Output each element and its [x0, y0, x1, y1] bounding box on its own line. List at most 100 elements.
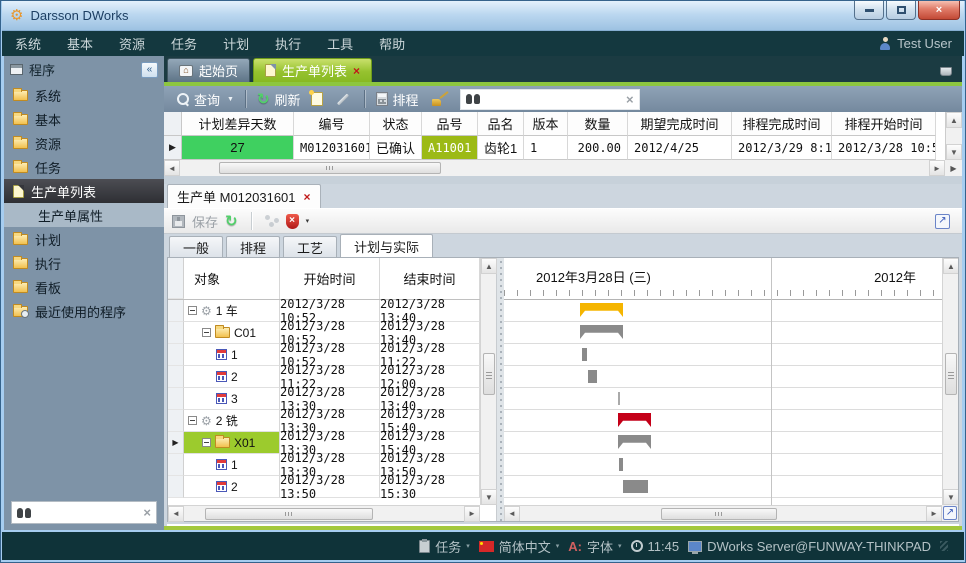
tab-inactive[interactable]: ⌂起始页 [167, 58, 250, 82]
grid-column-header[interactable]: 计划差异天数 [182, 112, 294, 136]
pin-icon[interactable] [940, 67, 952, 76]
scroll-down-button[interactable]: ▼ [481, 489, 497, 505]
scroll-down-button[interactable]: ▼ [943, 489, 958, 505]
grid-column-header[interactable]: 数量 [568, 112, 628, 136]
grid-column-header[interactable]: 品名 [478, 112, 524, 136]
expander-minus-icon[interactable] [188, 306, 197, 315]
tree-object-cell[interactable]: 2 [184, 476, 280, 498]
menubar-item[interactable]: 基本 [54, 31, 106, 56]
gantt-bar[interactable] [618, 392, 620, 405]
tab-active[interactable]: 生产单列表× [253, 58, 372, 82]
grid-horizontal-scrollbar[interactable]: ◄ ► [164, 160, 945, 176]
scroll-up-button[interactable]: ▲ [946, 112, 962, 128]
gantt-row[interactable] [504, 300, 942, 322]
sidebar-item[interactable]: 生产单列表 [4, 179, 164, 203]
clear-search-icon[interactable]: × [626, 93, 634, 106]
new-button[interactable] [306, 88, 328, 110]
scrollbar-thumb[interactable] [945, 353, 957, 395]
tree-object-cell[interactable]: ⚙1 车 [184, 300, 280, 322]
scroll-right-button[interactable]: ► [926, 506, 942, 522]
gantt-bar[interactable] [619, 458, 623, 471]
chevron-down-icon[interactable]: ▾ [306, 217, 310, 225]
menubar-item[interactable]: 计划 [210, 31, 262, 56]
tree-vertical-scrollbar[interactable]: ▲ ▼ [480, 258, 496, 505]
gantt-row[interactable] [504, 322, 942, 344]
gantt-bar[interactable] [582, 348, 587, 361]
minimize-button[interactable] [854, 1, 884, 20]
tree-object-cell[interactable]: 2 [184, 366, 280, 388]
scroll-left-button[interactable]: ◄ [164, 160, 180, 176]
grid-column-header[interactable]: 期望完成时间 [628, 112, 732, 136]
close-button[interactable]: × [918, 1, 960, 20]
grid-column-header[interactable]: 排程完成时间 [732, 112, 832, 136]
popout-icon[interactable]: ↗ [935, 214, 950, 229]
sidebar-collapse-button[interactable]: « [141, 62, 158, 78]
gantt-row[interactable] [504, 344, 942, 366]
gantt-bar[interactable] [580, 303, 623, 317]
tree-object-cell[interactable]: C01 [184, 322, 280, 344]
close-tab-icon[interactable]: × [304, 191, 311, 203]
sidebar-item[interactable]: 最近使用的程序 [4, 299, 164, 323]
query-button[interactable]: 查询 ▼ [172, 88, 239, 110]
tree-horizontal-scrollbar[interactable]: ◄ ► [168, 505, 480, 521]
gantt-row[interactable] [504, 410, 942, 432]
tree-object-cell[interactable]: 3 [184, 388, 280, 410]
clear-search-icon[interactable]: × [143, 506, 151, 519]
grid-vertical-scrollbar[interactable]: ▲ ▼ [945, 112, 962, 160]
scroll-up-button[interactable]: ▲ [943, 258, 958, 274]
grid-column-header[interactable]: 状态 [370, 112, 422, 136]
toolbar-search-input[interactable] [485, 92, 621, 106]
edit-button[interactable] [328, 88, 358, 110]
menubar-item[interactable]: 帮助 [366, 31, 418, 56]
tree-object-cell[interactable]: X01 [184, 432, 280, 454]
table-row[interactable]: ▶27M012031601已确认A11001齿轮11200.002012/4/2… [164, 136, 962, 160]
save-button[interactable]: 保存 [192, 212, 218, 231]
expander-minus-icon[interactable] [202, 328, 211, 337]
tree-column-header[interactable]: 开始时间 [280, 258, 380, 299]
close-tab-icon[interactable]: × [353, 65, 360, 77]
gantt-row[interactable] [504, 432, 942, 454]
sidebar-item[interactable]: 资源 [4, 131, 164, 155]
validate-shield-icon[interactable]: × [286, 214, 299, 229]
gantt-bar[interactable] [588, 370, 597, 383]
maximize-button[interactable] [886, 1, 916, 20]
scroll-left-button[interactable]: ◄ [504, 506, 520, 522]
schedule-button[interactable]: 排程 [371, 88, 424, 110]
gantt-horizontal-scrollbar[interactable]: ◄ ► [504, 505, 942, 521]
grid-column-header[interactable]: 版本 [524, 112, 568, 136]
detail-tab[interactable]: 排程 [226, 236, 280, 257]
sidebar-item[interactable]: 基本 [4, 107, 164, 131]
scroll-down-button[interactable]: ▼ [946, 144, 962, 160]
status-task-menu[interactable]: 任务 ▾ [419, 537, 470, 556]
sidebar-item[interactable]: 计划 [4, 227, 164, 251]
grid-column-header[interactable]: 排程开始时间 [832, 112, 936, 136]
scroll-right-button[interactable]: ► [464, 506, 480, 522]
status-font-menu[interactable]: A: 字体 ▾ [568, 537, 621, 556]
gantt-row[interactable] [504, 388, 942, 410]
tree-object-cell[interactable]: ⚙2 铣 [184, 410, 280, 432]
clean-button[interactable] [424, 88, 456, 110]
grid-column-header[interactable]: 编号 [294, 112, 370, 136]
detail-tab[interactable]: 工艺 [283, 236, 337, 257]
expander-minus-icon[interactable] [188, 416, 197, 425]
menubar-item[interactable]: 任务 [158, 31, 210, 56]
gantt-vertical-scrollbar[interactable]: ▲ ▼ [942, 258, 958, 505]
refresh-button[interactable]: ↻ 刷新 [252, 88, 306, 110]
scrollbar-thumb[interactable] [483, 353, 495, 395]
gantt-bar[interactable] [618, 435, 651, 449]
sidebar-item[interactable]: 任务 [4, 155, 164, 179]
sidebar-search-input[interactable] [36, 506, 138, 520]
scroll-up-button[interactable]: ▲ [481, 258, 497, 274]
tree-object-cell[interactable]: 1 [184, 454, 280, 476]
gantt-row[interactable] [504, 454, 942, 476]
scroll-left-button[interactable]: ◄ [168, 506, 184, 522]
grid-column-header[interactable]: 品号 [422, 112, 478, 136]
popout-icon[interactable]: ↗ [943, 506, 957, 520]
tree-row[interactable]: 22012/3/28 13:502012/3/28 15:30 [168, 476, 496, 498]
detail-tab[interactable]: 计划与实际 [340, 234, 433, 257]
tree-column-header[interactable]: 结束时间 [380, 258, 480, 299]
menubar-item[interactable]: 系统 [2, 31, 54, 56]
refresh-icon[interactable]: ↻ [225, 214, 238, 229]
gantt-row[interactable] [504, 366, 942, 388]
menubar-item[interactable]: 执行 [262, 31, 314, 56]
